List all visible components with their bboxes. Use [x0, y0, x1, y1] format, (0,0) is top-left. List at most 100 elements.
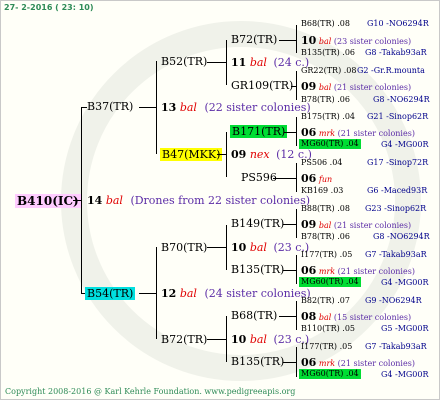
g1-queen-1[interactable]: B37(TR): [87, 101, 133, 112]
g3-stem-8: [283, 362, 297, 363]
g3-queen-1[interactable]: B72(TR): [231, 34, 277, 45]
g3-queen-2[interactable]: GR109(TR): [231, 80, 293, 91]
g3-info-2: 09 bal (21 sister colonies): [301, 81, 411, 92]
g3-queen-6[interactable]: B135(TR): [231, 264, 284, 275]
g4-right-7: G17 -Sinop72R: [367, 158, 429, 167]
g4-right-16: G4 -MG00R: [381, 370, 429, 379]
g4-row-10[interactable]: B78(TR) .06: [301, 233, 350, 241]
g1-stem-1: [139, 107, 157, 108]
g4-left: B110(TR) .05: [301, 324, 356, 333]
g4-row-5[interactable]: B175(TR) .04: [301, 113, 355, 121]
root-queen[interactable]: B410(IC): [15, 194, 81, 208]
g3-queen-8[interactable]: B135(TR): [231, 356, 284, 367]
tag: bal: [318, 37, 332, 46]
note: (21 sister colonies): [337, 267, 415, 276]
tag: mrk: [318, 267, 336, 276]
g4-right-11: G7 -Takab93aR: [365, 250, 427, 259]
num: 09: [301, 80, 317, 93]
num: 06: [301, 264, 317, 277]
tag: bal: [318, 221, 332, 230]
g4-left: I177(TR) .05: [301, 250, 353, 259]
g4-row-2[interactable]: B135(TR) .06: [301, 49, 355, 57]
g4-right-4: G8 -NO6294R: [373, 95, 430, 104]
g4-left: B82(TR) .07: [301, 296, 350, 305]
pedigree-frame: 27- 2-2016 ( 23: 10) B410(IC) 14 bal (Dr…: [0, 0, 440, 400]
g3-stem-1: [279, 40, 297, 41]
g4-right-10: G8 -NO6294R: [373, 232, 430, 241]
g3-connector-1: [296, 25, 297, 53]
tag: fun: [318, 175, 333, 184]
num: 13: [161, 101, 177, 114]
num: 12: [161, 287, 177, 300]
tag: bal: [318, 313, 332, 322]
num: 09: [231, 148, 247, 161]
g4-left: B78(TR) .06: [301, 95, 350, 104]
num: 09: [301, 218, 317, 231]
g3-queen-3[interactable]: B171(TR): [230, 125, 288, 138]
g1-info-2: 12 bal (24 sister colonies): [161, 288, 311, 299]
g2-stem-1: [207, 62, 227, 63]
g2-stem-2: [217, 154, 227, 155]
g4-left: MG60(TR) .04: [301, 139, 359, 148]
g3-stem-3: [284, 132, 297, 133]
note: (15 sister colonies): [333, 313, 412, 322]
footer-copyright: Copyright 2008-2016 @ Karl Kehrle Founda…: [5, 387, 296, 396]
g3-queen-4[interactable]: PS596: [241, 172, 277, 183]
g3-stem-4: [273, 178, 297, 179]
tag: bal: [249, 333, 267, 346]
g4-row-13[interactable]: B82(TR) .07: [301, 297, 350, 305]
g4-right-13: G9 -NO6294R: [365, 296, 422, 305]
g2-info-2: 09 nex (12 c.): [231, 149, 312, 160]
num: 08: [301, 310, 317, 323]
g4-row-6[interactable]: MG60(TR) .04: [299, 139, 361, 149]
g4-row-11[interactable]: I177(TR) .05: [301, 251, 352, 259]
g4-row-15[interactable]: I177(TR) .05: [301, 343, 352, 351]
num: 10: [301, 34, 317, 47]
g3-info-1: 10 bal (23 sister colonies): [301, 35, 411, 46]
timestamp: 27- 2-2016 ( 23: 10): [4, 3, 94, 12]
g3-queen-5[interactable]: B149(TR): [231, 218, 284, 229]
root-tag: bal: [105, 194, 123, 207]
g2-queen-1[interactable]: B52(TR): [161, 56, 207, 67]
g4-right-14: G5 -MG00R: [381, 324, 429, 333]
g3-queen-7[interactable]: B68(TR): [231, 310, 277, 321]
g4-row-9[interactable]: B88(TR) .08: [301, 205, 350, 213]
note: (24 sister colonies): [204, 287, 311, 300]
tag: bal: [249, 241, 267, 254]
g4-row-3[interactable]: GR22(TR) .08: [301, 67, 356, 75]
g2-stem-3: [207, 247, 227, 248]
g3-stem-7: [279, 316, 297, 317]
tag: bal: [179, 101, 197, 114]
g3-stem-2: [291, 86, 297, 87]
g3-info-7: 08 bal (15 sister colonies): [301, 311, 411, 322]
note: (21 sister colonies): [333, 83, 412, 92]
g4-row-4[interactable]: B78(TR) .06: [301, 96, 350, 104]
note: (21 sister colonies): [337, 359, 415, 368]
note: (22 sister colonies): [204, 101, 311, 114]
g4-left: MG60(TR) .04: [301, 369, 359, 378]
g3-stem-6: [283, 270, 297, 271]
g4-left: B135(TR) .06: [301, 48, 356, 57]
g3-info-8: 06 mrk (21 sister colonies): [301, 357, 415, 368]
note: (21 sister colonies): [333, 221, 412, 230]
g4-row-12[interactable]: MG60(TR) .04: [299, 277, 361, 287]
g4-row-1[interactable]: B68(TR) .08: [301, 20, 350, 28]
g4-row-7[interactable]: PS506 .04: [301, 159, 342, 167]
num: 11: [231, 56, 247, 69]
g4-left: GR22(TR) .08: [301, 66, 357, 75]
note: (23 sister colonies): [333, 37, 412, 46]
g4-row-8[interactable]: KB169 .03: [301, 187, 343, 195]
g1-queen-2[interactable]: B54(TR): [85, 287, 136, 300]
g4-row-16[interactable]: MG60(TR) .04: [299, 369, 361, 379]
g4-left: B88(TR) .08: [301, 204, 350, 213]
g2-queen-2[interactable]: B47(MKK): [160, 148, 223, 161]
g2-queen-3[interactable]: B70(TR): [161, 242, 207, 253]
g4-right-9: G23 -Sinop62R: [365, 204, 427, 213]
g4-left: B78(TR) .06: [301, 232, 350, 241]
tag: bal: [249, 56, 267, 69]
g4-right-15: G7 -Takab93aR: [365, 342, 427, 351]
g2-queen-4[interactable]: B72(TR): [161, 334, 207, 345]
tag: mrk: [318, 129, 336, 138]
g4-row-14[interactable]: B110(TR) .05: [301, 325, 355, 333]
g4-left: KB169 .03: [301, 186, 344, 195]
